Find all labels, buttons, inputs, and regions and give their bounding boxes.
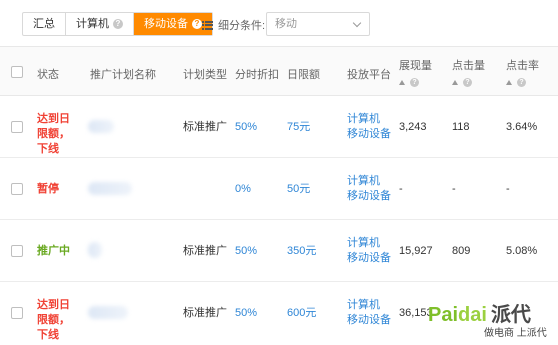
row-ctr: 3.64% [506,121,538,133]
row-budget[interactable]: 75元 [287,120,310,135]
row-plan-type: 标准推广 [183,121,227,133]
row-plan-type: 标准推广 [183,307,227,319]
filter-label: 细分条件: [218,20,266,32]
table-row: 暂停 0% 50元 计算机 移动设备 - - - [0,158,558,220]
tab-summary[interactable]: 汇总 [23,13,66,35]
list-icon [202,20,213,30]
paidai-logo: Paidai 派代 [428,304,531,326]
sort-up-icon[interactable] [452,80,458,85]
select-all-checkbox[interactable] [11,66,23,78]
row-discount[interactable]: 50% [235,306,257,321]
device-segmented-control: 汇总 计算机? 移动设备? [22,12,213,36]
row-status: 达到日限额，下线 [37,113,70,155]
header-platform: 投放平台 [347,69,391,81]
row-status: 推广中 [37,245,70,257]
row-discount[interactable]: 50% [235,120,257,135]
row-platform[interactable]: 计算机 移动设备 [347,174,391,204]
help-icon[interactable]: ? [113,19,123,29]
row-checkbox[interactable] [11,121,23,133]
plan-name-redacted[interactable] [88,182,132,195]
help-icon[interactable]: ? [410,78,419,87]
row-discount[interactable]: 0% [235,182,251,197]
plan-name-redacted[interactable] [88,306,128,319]
row-ctr: 5.08% [506,245,538,257]
filter-label-group: 细分条件: [202,17,265,33]
row-status: 达到日限额，下线 [37,299,70,341]
help-icon[interactable]: ? [517,78,526,87]
header-clicks[interactable]: 点击量 ? [452,57,485,88]
header-plan-type: 计划类型 [183,69,227,81]
row-status: 暂停 [37,183,59,195]
row-clicks: 809 [452,245,471,257]
row-impressions: - [399,183,403,195]
toolbar: 汇总 计算机? 移动设备? 细分条件: 移动 [0,0,558,46]
row-budget[interactable]: 600元 [287,306,316,321]
row-platform[interactable]: 计算机 移动设备 [347,298,391,328]
row-clicks: - [452,183,456,195]
plan-name-redacted[interactable] [88,242,102,258]
help-icon[interactable]: ? [192,19,202,29]
help-icon[interactable]: ? [463,78,472,87]
row-platform[interactable]: 计算机 移动设备 [347,112,391,142]
sort-up-icon[interactable] [399,80,405,85]
paidai-watermark: Paidai 派代 做电商 上派代 [426,298,558,345]
filter-select-value: 移动 [275,18,297,30]
header-budget: 日限额 [287,69,320,81]
row-impressions: 15,927 [399,245,433,257]
chevron-down-icon [352,18,362,28]
row-impressions: 3,243 [399,121,427,133]
row-plan-type: 标准推广 [183,245,227,257]
row-checkbox[interactable] [11,307,23,319]
row-platform[interactable]: 计算机 移动设备 [347,236,391,266]
row-budget[interactable]: 350元 [287,244,316,259]
header-discount: 分时折扣 [235,69,279,81]
row-discount[interactable]: 50% [235,244,257,259]
tab-computer[interactable]: 计算机? [66,13,134,35]
table-row: 推广中 标准推广 50% 350元 计算机 移动设备 15,927 809 5.… [0,220,558,282]
tab-mobile[interactable]: 移动设备? [134,13,212,35]
table-row: 达到日限额，下线 标准推广 50% 75元 计算机 移动设备 3,243 118… [0,96,558,158]
header-ctr[interactable]: 点击率 ? [506,57,539,88]
table-header: 状态 推广计划名称 计划类型 分时折扣 日限额 投放平台 展现量 ? 点击量 ?… [0,46,558,96]
plan-name-redacted[interactable] [88,120,114,133]
watermark-tagline: 做电商 上派代 [484,328,547,339]
row-ctr: - [506,183,510,195]
header-plan-name: 推广计划名称 [90,69,156,81]
row-clicks: 118 [452,121,470,133]
sort-up-icon[interactable] [506,80,512,85]
filter-select[interactable]: 移动 [266,12,370,36]
header-impressions[interactable]: 展现量 ? [399,57,432,88]
row-budget[interactable]: 50元 [287,182,310,197]
header-status: 状态 [37,69,59,81]
row-checkbox[interactable] [11,245,23,257]
row-checkbox[interactable] [11,183,23,195]
